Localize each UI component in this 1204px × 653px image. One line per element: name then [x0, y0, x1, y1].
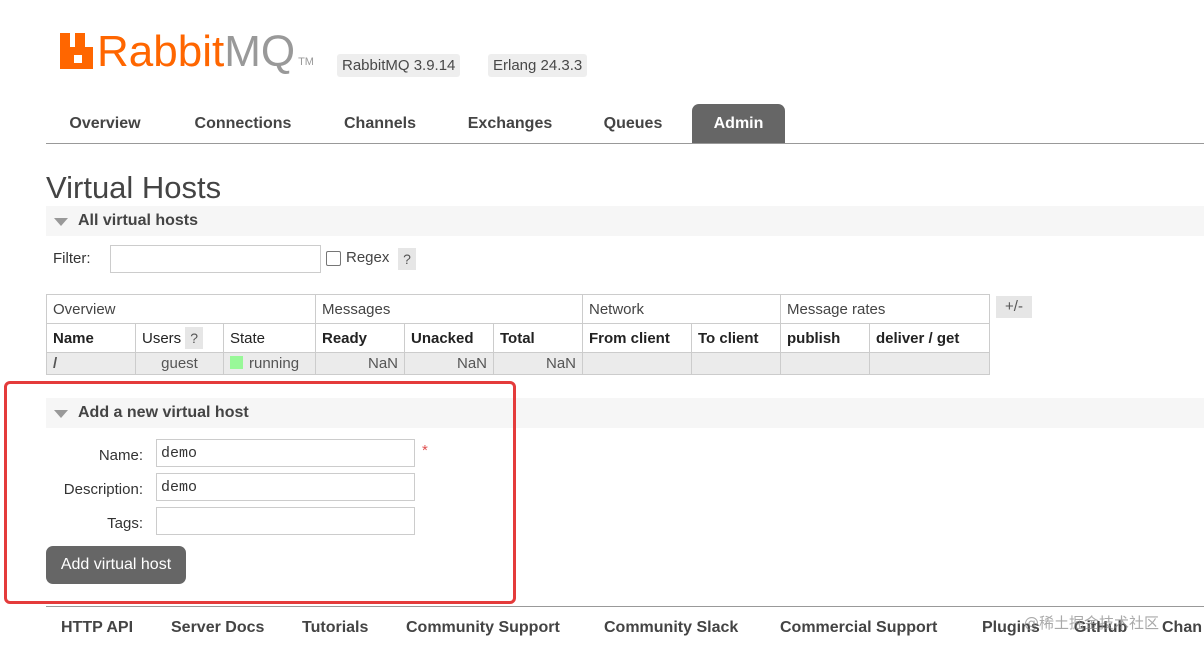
tab-queues[interactable]: Queues — [586, 104, 680, 143]
column-header-users[interactable]: Users? — [135, 323, 224, 353]
vhost-to-client — [691, 352, 781, 375]
group-header-message-rates: Message rates — [780, 294, 990, 324]
section-title: All virtual hosts — [78, 212, 199, 229]
collapse-triangle-icon — [54, 218, 68, 226]
vhost-total: NaN — [493, 352, 583, 375]
logo-wordmark: RabbitMQ — [97, 27, 296, 76]
main-nav-tabs: Overview Connections Channels Exchanges … — [46, 104, 1204, 144]
column-header-deliver-get[interactable]: deliver / get — [869, 323, 990, 353]
vhost-publish — [780, 352, 870, 375]
required-marker: * — [422, 442, 428, 459]
add-virtual-host-button[interactable]: Add virtual host — [46, 546, 186, 584]
vhost-name-link[interactable]: / — [46, 352, 136, 375]
vhost-users: guest — [135, 352, 224, 375]
vhost-state: running — [223, 352, 316, 375]
footer-link-server-docs[interactable]: Server Docs — [171, 619, 264, 637]
description-label: Description: — [63, 481, 143, 498]
table-row: / guest running NaN NaN NaN — [46, 352, 990, 375]
logo-trademark: TM — [298, 56, 314, 68]
column-header-unacked[interactable]: Unacked — [404, 323, 494, 353]
regex-help-button[interactable]: ? — [398, 248, 416, 270]
tab-channels[interactable]: Channels — [324, 104, 436, 143]
users-help-button[interactable]: ? — [185, 327, 204, 349]
vhost-unacked: NaN — [404, 352, 494, 375]
vhost-ready: NaN — [315, 352, 405, 375]
rabbitmq-version-badge: RabbitMQ 3.9.14 — [337, 54, 461, 77]
footer-link-changelog[interactable]: Chan — [1162, 619, 1202, 637]
tab-admin[interactable]: Admin — [692, 104, 785, 143]
tab-overview[interactable]: Overview — [46, 104, 164, 143]
column-header-ready[interactable]: Ready — [315, 323, 405, 353]
tab-exchanges[interactable]: Exchanges — [450, 104, 570, 143]
filter-label: Filter: — [53, 250, 91, 267]
footer-link-community-support[interactable]: Community Support — [406, 619, 560, 637]
erlang-version-badge: Erlang 24.3.3 — [488, 54, 588, 77]
group-header-overview: Overview — [46, 294, 316, 324]
name-field[interactable] — [156, 439, 415, 467]
footer-link-commercial-support[interactable]: Commercial Support — [780, 619, 937, 637]
description-field[interactable] — [156, 473, 415, 501]
column-header-state[interactable]: State — [223, 323, 316, 353]
regex-checkbox[interactable] — [326, 251, 341, 266]
group-header-network: Network — [582, 294, 781, 324]
add-vhost-section-header[interactable]: Add a new virtual host — [46, 398, 1204, 428]
rabbitmq-logo: RabbitMQ TM — [60, 30, 314, 74]
column-header-name[interactable]: Name — [46, 323, 136, 353]
tab-connections[interactable]: Connections — [174, 104, 312, 143]
rabbit-logo-icon — [60, 33, 93, 69]
state-running-icon — [230, 356, 243, 369]
name-label: Name: — [98, 447, 143, 464]
regex-label: Regex — [346, 249, 390, 266]
collapse-triangle-icon — [54, 410, 68, 418]
footer-link-community-slack[interactable]: Community Slack — [604, 619, 738, 637]
filter-input[interactable] — [110, 245, 321, 273]
column-header-total[interactable]: Total — [493, 323, 583, 353]
watermark: @稀土掘金技术社区 — [1024, 614, 1160, 632]
vhost-deliver-get — [869, 352, 990, 375]
vhost-from-client — [582, 352, 692, 375]
tags-field[interactable] — [156, 507, 415, 535]
tags-label: Tags: — [107, 515, 143, 532]
footer-link-http-api[interactable]: HTTP API — [61, 619, 133, 637]
column-header-publish[interactable]: publish — [780, 323, 870, 353]
column-toggle-button[interactable]: +/- — [996, 296, 1032, 318]
page-title: Virtual Hosts — [46, 170, 222, 205]
section-title: Add a new virtual host — [78, 404, 249, 421]
vhosts-table: Overview Messages Network Message rates … — [46, 294, 990, 375]
all-vhosts-section-header[interactable]: All virtual hosts — [46, 206, 1204, 236]
column-header-from-client[interactable]: From client — [582, 323, 692, 353]
group-header-messages: Messages — [315, 294, 583, 324]
footer-link-tutorials[interactable]: Tutorials — [302, 619, 368, 637]
column-header-to-client[interactable]: To client — [691, 323, 781, 353]
